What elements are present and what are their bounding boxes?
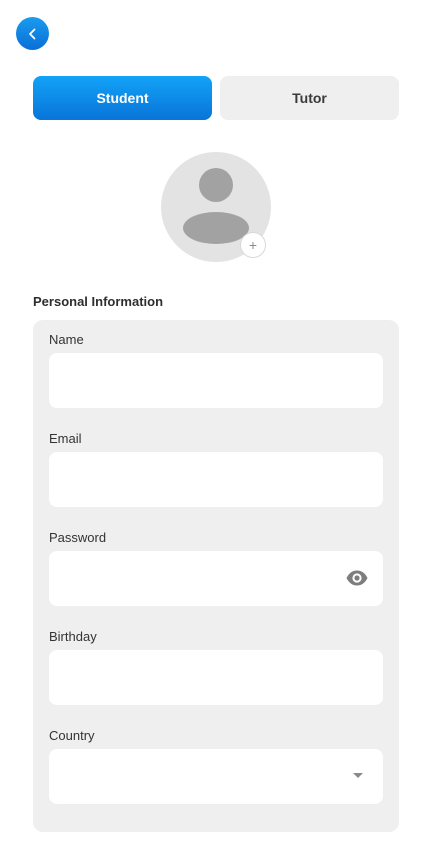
email-field[interactable]: [49, 452, 383, 507]
back-button[interactable]: [16, 17, 49, 50]
name-field-box: [49, 353, 383, 408]
tab-tutor-label: Tutor: [292, 90, 327, 106]
country-select[interactable]: [49, 749, 383, 804]
user-silhouette-body: [183, 212, 249, 244]
tab-student-label: Student: [96, 90, 149, 106]
plus-icon: +: [248, 237, 258, 253]
email-label: Email: [49, 431, 82, 446]
country-label: Country: [49, 728, 95, 743]
add-photo-button[interactable]: +: [240, 232, 266, 258]
name-label: Name: [49, 332, 84, 347]
password-field[interactable]: [49, 551, 383, 606]
section-title: Personal Information: [33, 294, 164, 309]
signup-screen: Student Tutor + Personal Information Nam…: [0, 0, 432, 852]
birthday-field-box: [49, 650, 383, 705]
password-label: Password: [49, 530, 107, 545]
name-field[interactable]: [49, 353, 383, 408]
tab-tutor[interactable]: Tutor: [220, 76, 399, 120]
birthday-label: Birthday: [49, 629, 97, 644]
tab-student[interactable]: Student: [33, 76, 212, 120]
eye-icon[interactable]: [345, 569, 369, 587]
caret-down-icon: [353, 773, 363, 778]
user-silhouette-icon: [199, 168, 233, 202]
email-field-box: [49, 452, 383, 507]
chevron-left-icon: [28, 28, 35, 39]
birthday-field[interactable]: [49, 650, 383, 705]
personal-info-card: Name Email Password Birthday Country: [33, 320, 399, 832]
password-field-box: [49, 551, 383, 606]
